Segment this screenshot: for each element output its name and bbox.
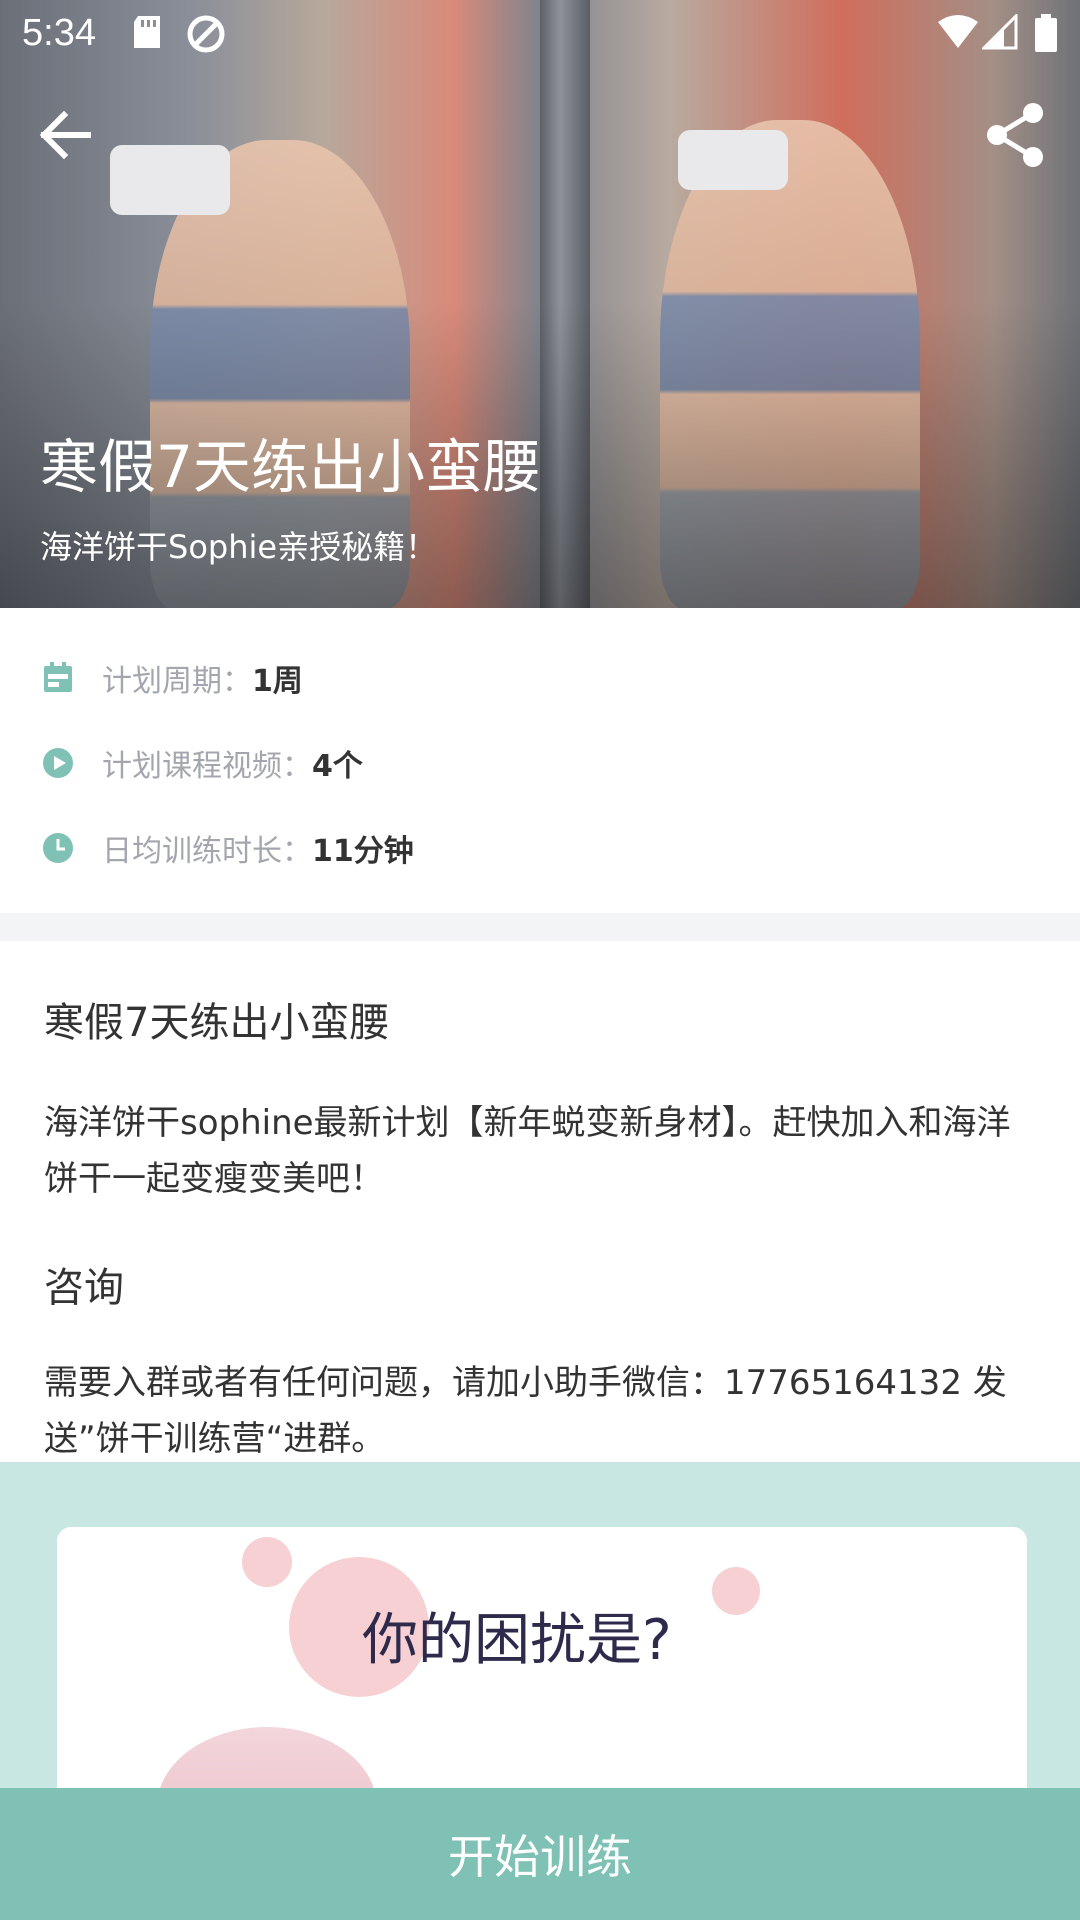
- hero-phone-left: [110, 145, 230, 215]
- info-label: 计划课程视频：: [102, 749, 312, 784]
- no-disturb-icon: [187, 15, 225, 53]
- description-title: 寒假7天练出小蛮腰: [44, 1000, 390, 1046]
- plan-title: 寒假7天练出小蛮腰: [40, 433, 541, 501]
- start-training-button[interactable]: 开始训练: [0, 1788, 1080, 1920]
- info-value: 4个: [312, 749, 363, 784]
- section-divider: [0, 913, 1080, 941]
- promo-headline: 你的困扰是?: [362, 1608, 672, 1673]
- consult-title: 咨询: [44, 1265, 124, 1311]
- signal-icon: [982, 14, 1018, 50]
- hero-phone-right: [678, 130, 788, 190]
- clock-icon: [43, 833, 73, 863]
- share-button[interactable]: [975, 95, 1055, 175]
- plan-info: 计划周期： 1周 计划课程视频： 4个 日均训练时长： 11分钟: [0, 608, 1080, 913]
- status-time: 5:34: [22, 12, 96, 54]
- back-button[interactable]: [26, 95, 106, 175]
- promo-image: 你的困扰是?: [57, 1527, 1027, 1827]
- decor-bubble: [712, 1567, 760, 1615]
- consult-body: 需要入群或者有任何问题，请加小助手微信：17765164132 发送”饼干训练营…: [44, 1363, 1007, 1459]
- play-icon: [43, 748, 73, 778]
- info-label: 日均训练时长：: [102, 834, 312, 869]
- arrow-left-icon: [39, 110, 91, 160]
- description-body: 海洋饼干sophine最新计划【新年蜕变新身材】。赶快加入和海洋饼干一起变瘦变美…: [44, 1103, 1011, 1199]
- status-bar: 5:34: [0, 0, 1080, 66]
- hero-banner: 5:34 寒假7天练出小蛮腰 海洋饼干Sophie亲授秘籍！: [0, 0, 1080, 608]
- decor-bubble: [242, 1537, 292, 1587]
- wifi-icon: [938, 15, 978, 48]
- info-label: 计划周期：: [102, 664, 252, 699]
- info-value: 1周: [252, 664, 303, 699]
- battery-icon: [1035, 14, 1057, 52]
- plan-subtitle: 海洋饼干Sophie亲授秘籍！: [40, 528, 438, 566]
- sd-card-icon: [134, 16, 160, 48]
- calendar-icon: [44, 662, 72, 692]
- info-row-daily-time: 日均训练时长： 11分钟: [42, 823, 414, 873]
- share-icon: [987, 103, 1043, 167]
- info-row-videos: 计划课程视频： 4个: [42, 738, 363, 788]
- info-row-duration: 计划周期： 1周: [42, 653, 303, 703]
- info-value: 11分钟: [312, 834, 414, 869]
